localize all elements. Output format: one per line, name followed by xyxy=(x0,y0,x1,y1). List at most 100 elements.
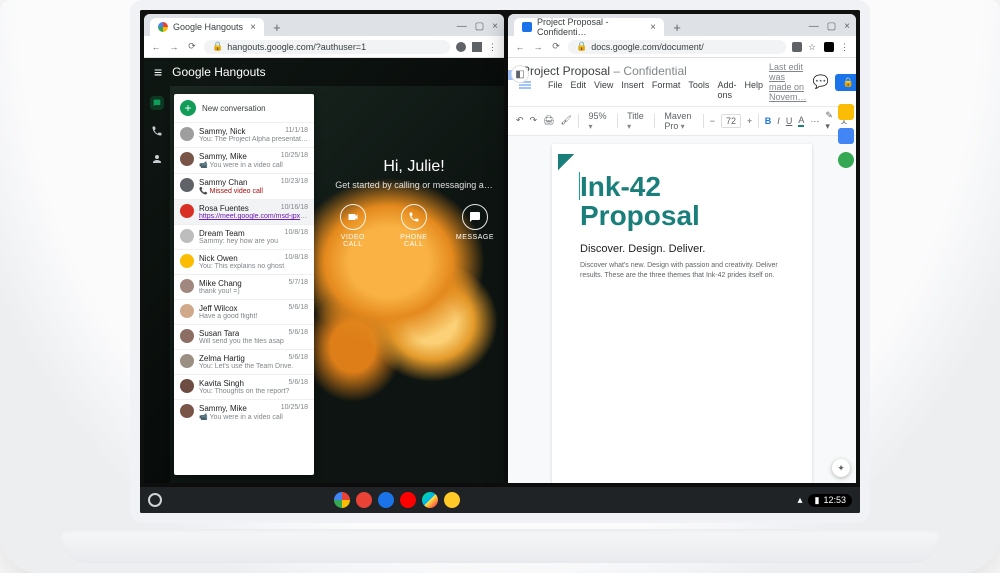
window-close-icon[interactable]: × xyxy=(492,21,498,32)
font-size-increase[interactable]: + xyxy=(747,116,752,126)
new-tab-button[interactable]: + xyxy=(670,20,684,34)
redo-icon[interactable]: ↷ xyxy=(530,115,538,127)
tasks-icon[interactable] xyxy=(838,152,854,168)
font-size-input[interactable]: 72 xyxy=(721,114,741,128)
nav-forward-icon[interactable]: → xyxy=(532,42,544,52)
extension-icon[interactable] xyxy=(456,42,466,52)
conversation-item[interactable]: Kavita Singh5/6/18You: Thoughts on the r… xyxy=(174,374,314,399)
app-gmail-icon[interactable] xyxy=(356,492,372,508)
more-toolbar-icon[interactable]: ⋯ xyxy=(810,116,819,127)
nav-reload-icon[interactable]: ⟳ xyxy=(186,41,198,52)
chrome-menu-icon[interactable]: ⋮ xyxy=(488,42,498,52)
calendar-icon[interactable] xyxy=(838,128,854,144)
italic-icon[interactable]: I xyxy=(777,116,780,126)
menu-format[interactable]: Format xyxy=(652,80,681,100)
avatar xyxy=(180,204,194,218)
window-minimize-icon[interactable]: — xyxy=(457,21,467,32)
app-youtube-icon[interactable] xyxy=(400,492,416,508)
paint-format-icon[interactable]: 🖌 xyxy=(561,115,572,127)
comments-icon[interactable]: 💬 xyxy=(812,74,828,90)
new-tab-button[interactable]: + xyxy=(270,20,284,34)
notifications-icon[interactable]: ▴ xyxy=(797,495,802,506)
bold-icon[interactable]: B xyxy=(765,116,772,126)
undo-icon[interactable]: ↶ xyxy=(516,115,524,127)
paragraph-style-select[interactable]: Title xyxy=(623,110,648,132)
nav-back-icon[interactable]: ← xyxy=(150,42,162,52)
meet-link[interactable]: https://meet.google.com/msd-jpx-lfx xyxy=(199,213,308,220)
underline-icon[interactable]: U xyxy=(786,116,793,126)
print-icon[interactable]: 🖨 xyxy=(543,115,554,127)
font-size-decrease[interactable]: − xyxy=(710,116,715,126)
editing-mode-icon[interactable]: ✎ ▾ xyxy=(825,110,833,132)
contacts-tab-icon[interactable] xyxy=(150,152,164,166)
app-chrome-icon[interactable] xyxy=(334,492,350,508)
chat-tab-icon[interactable] xyxy=(150,96,164,110)
conversation-item[interactable]: Jeff Wilcox5/6/18Have a good flight! xyxy=(174,299,314,324)
menu-insert[interactable]: Insert xyxy=(621,80,644,100)
star-icon[interactable]: ☆ xyxy=(808,42,818,52)
chrome-menu-icon[interactable]: ⋮ xyxy=(840,42,850,52)
nav-reload-icon[interactable]: ⟳ xyxy=(550,41,562,52)
address-bar[interactable]: 🔒 docs.google.com/document/ xyxy=(568,40,786,54)
app-play-icon[interactable] xyxy=(422,492,438,508)
menu-edit[interactable]: Edit xyxy=(571,80,587,100)
menu-file[interactable]: File xyxy=(548,80,563,100)
conversation-item[interactable]: Sammy, Mike10/25/18📹 You were in a video… xyxy=(174,399,314,425)
conversation-item[interactable]: Sammy, Nick11/1/18You: The Project Alpha… xyxy=(174,122,314,147)
conversation-date: 10/25/18 xyxy=(281,152,308,161)
conversation-item[interactable]: Dream Team10/8/18Sammy: hey how are you xyxy=(174,224,314,249)
window-maximize-icon[interactable]: ▢ xyxy=(475,21,484,32)
conversation-item[interactable]: Mike Chang5/7/18thank you! =) xyxy=(174,274,314,299)
document-page[interactable]: Ink-42 Proposal Discover. Design. Delive… xyxy=(552,144,812,483)
document-canvas[interactable]: ◧ Ink-42 Proposal Discover. Design. Deli… xyxy=(508,136,856,483)
window-close-icon[interactable]: × xyxy=(844,21,850,32)
menu-help[interactable]: Help xyxy=(744,80,763,100)
message-button[interactable]: MESSAGE xyxy=(456,204,494,248)
app-docs-icon[interactable] xyxy=(378,492,394,508)
video-call-button[interactable]: VIDEO CALL xyxy=(334,204,372,248)
last-edit-link[interactable]: Last edit was made on Novem… xyxy=(769,62,807,102)
explore-button[interactable]: ✦ xyxy=(832,459,850,477)
new-conversation-button[interactable]: + New conversation xyxy=(174,94,314,122)
text-color-icon[interactable]: A xyxy=(798,115,804,127)
browser-tab[interactable]: Google Hangouts × xyxy=(150,18,264,36)
doc-body-text[interactable]: Discover what's new. Design with passion… xyxy=(580,261,784,281)
extension-icon[interactable] xyxy=(824,42,834,52)
menu-icon[interactable]: ≡ xyxy=(154,64,162,80)
menu-add-ons[interactable]: Add-ons xyxy=(717,80,736,100)
browser-tab[interactable]: Project Proposal - Confidenti… × xyxy=(514,18,664,36)
font-select[interactable]: Maven Pro xyxy=(660,110,697,132)
conversation-item[interactable]: Susan Tara5/6/18Will send you the files … xyxy=(174,324,314,349)
conversation-item[interactable]: Zelma Hartig5/6/18You: Let's use the Tea… xyxy=(174,349,314,374)
window-maximize-icon[interactable]: ▢ xyxy=(827,21,836,32)
phone-tab-icon[interactable] xyxy=(150,124,164,138)
launcher-button[interactable] xyxy=(148,493,162,507)
app-files-icon[interactable] xyxy=(444,492,460,508)
window-minimize-icon[interactable]: — xyxy=(809,21,819,32)
menu-tools[interactable]: Tools xyxy=(688,80,709,100)
extension-icon[interactable] xyxy=(472,42,482,52)
window-hangouts[interactable]: Google Hangouts × + — ▢ × ← → ⟳ 🔒 xyxy=(144,14,504,483)
doc-subtitle[interactable]: Discover. Design. Deliver. xyxy=(580,243,784,255)
system-tray[interactable]: ▴ ▮ 12:53 xyxy=(797,494,852,507)
nav-forward-icon[interactable]: → xyxy=(168,42,180,52)
extension-icon[interactable] xyxy=(792,42,802,52)
window-docs[interactable]: Project Proposal - Confidenti… × + — ▢ ×… xyxy=(508,14,856,483)
nav-back-icon[interactable]: ← xyxy=(514,42,526,52)
share-button[interactable]: 🔒 Share xyxy=(835,74,856,91)
address-bar[interactable]: 🔒 hangouts.google.com/?authuser=1 xyxy=(204,40,450,54)
conversation-item[interactable]: Nick Owen10/8/18You: This explains no gh… xyxy=(174,249,314,274)
conversation-item[interactable]: Rosa Fuentes10/16/18https://meet.google.… xyxy=(174,199,314,224)
menu-view[interactable]: View xyxy=(594,80,613,100)
chrome-tabstrip: Project Proposal - Confidenti… × + — ▢ × xyxy=(508,14,856,36)
doc-heading[interactable]: Ink-42 Proposal xyxy=(580,172,784,231)
document-title[interactable]: Project Proposal – Confidential xyxy=(522,64,687,78)
phone-call-button[interactable]: PHONE CALL xyxy=(394,204,434,248)
keep-icon[interactable] xyxy=(838,104,854,120)
conversation-item[interactable]: Sammy Chan10/23/18📞 Missed video call xyxy=(174,173,314,199)
conversation-item[interactable]: Sammy, Mike10/25/18📹 You were in a video… xyxy=(174,147,314,173)
zoom-select[interactable]: 95% xyxy=(585,110,611,132)
tab-close-icon[interactable]: × xyxy=(250,22,256,33)
url-text: docs.google.com/document/ xyxy=(591,42,704,52)
tab-close-icon[interactable]: × xyxy=(650,22,656,33)
